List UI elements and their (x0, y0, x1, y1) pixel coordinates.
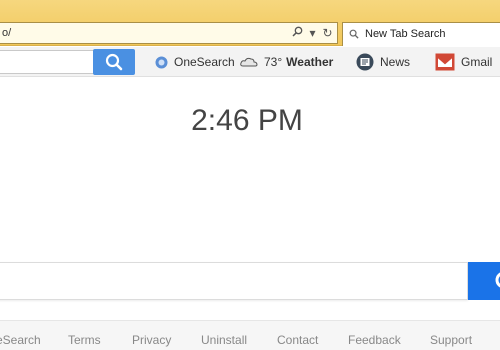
footer-link-onesearch[interactable]: eSearch (0, 333, 41, 347)
clock-time: 2:46 PM (191, 104, 303, 137)
footer-link-terms[interactable]: Terms (68, 333, 101, 347)
footer-link-uninstall[interactable]: Uninstall (201, 333, 247, 347)
weather-temp: 73° (264, 55, 283, 69)
footer-link-feedback[interactable]: Feedback (348, 333, 401, 347)
toolbar-item-onesearch[interactable]: OneSearch (155, 47, 235, 77)
toolbar-item-news[interactable]: News (356, 47, 410, 77)
tab-title: New Tab Search (365, 28, 446, 40)
search-icon[interactable] (292, 23, 303, 43)
search-icon (349, 23, 359, 47)
toolbar-search-input[interactable] (0, 50, 94, 74)
footer: eSearch Terms Privacy Uninstall Contact … (0, 320, 500, 350)
footer-link-support[interactable]: Support (430, 333, 472, 347)
address-text: o/ (2, 27, 12, 39)
toolbar-item-weather[interactable]: 73° Weather (240, 47, 333, 77)
toolbar-item-label: Weather (286, 55, 334, 69)
browser-chrome: o/ ▾ ↻ New Tab Search (0, 0, 500, 46)
toolbar-item-gmail[interactable]: Gmail (435, 47, 492, 77)
gmail-icon (435, 53, 455, 71)
browser-tab[interactable]: New Tab Search (342, 22, 500, 46)
cloud-icon (240, 57, 258, 67)
address-buttons: ▾ ↻ (292, 23, 333, 43)
toolbar-item-label: Gmail (461, 55, 493, 69)
main-search-button[interactable] (468, 262, 500, 300)
search-icon (105, 53, 123, 71)
onesearch-icon (155, 56, 168, 69)
toolbar: OneSearch 73° Weather News Gmail (0, 47, 500, 77)
main-search-input[interactable] (0, 262, 468, 300)
toolbar-item-label: OneSearch (174, 55, 235, 69)
search-icon (495, 272, 500, 288)
toolbar-item-label: News (380, 55, 411, 69)
dropdown-arrow-icon[interactable]: ▾ (307, 23, 318, 43)
news-icon (356, 53, 374, 71)
refresh-icon[interactable]: ↻ (322, 23, 333, 43)
address-bar[interactable]: o/ ▾ ↻ (0, 22, 338, 44)
footer-link-contact[interactable]: Contact (277, 333, 318, 347)
toolbar-search-button[interactable] (93, 49, 135, 75)
footer-link-privacy[interactable]: Privacy (132, 333, 171, 347)
